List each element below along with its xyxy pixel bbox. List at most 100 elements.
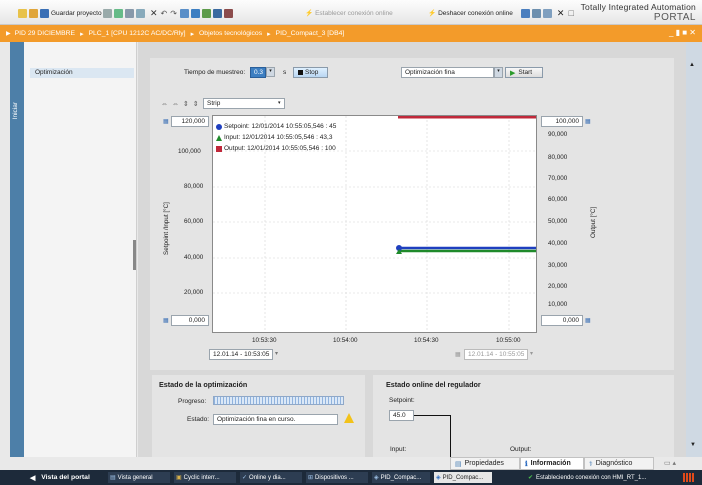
right-axis-min-input[interactable]: 0,000 [541, 315, 583, 326]
cross-reference-icon[interactable] [531, 8, 541, 18]
stop-icon [298, 70, 303, 75]
redo-icon[interactable]: ↷ [170, 9, 177, 18]
panel-splitter[interactable] [133, 240, 136, 270]
collapse-icon[interactable]: ▲ [689, 62, 695, 68]
scroll-down-icon[interactable]: ▼ [690, 442, 696, 448]
time-start-dropdown-icon[interactable]: ▾ [275, 350, 278, 357]
setpoint-value: 45.0 [389, 410, 414, 421]
breadcrumb-item-pid[interactable]: PID_Compact_3 [DB4] [276, 30, 345, 37]
tab-properties[interactable]: ▤ Propiedades [450, 457, 520, 470]
left-axis-scale-icon[interactable]: ▦ [163, 317, 169, 324]
right-axis-tick: 80,000 [548, 154, 568, 161]
breadcrumb-item-project[interactable]: PID 29 DICIEMBRE [15, 30, 75, 37]
open-project-icon[interactable] [29, 8, 38, 18]
tab-diagnostics[interactable]: ⚕ Diagnóstico [584, 457, 654, 470]
taskbar-item-pid1[interactable]: ◈ PID_Compac... [372, 472, 430, 483]
save-icon[interactable] [40, 8, 49, 18]
taskbar-item-label: Cyclic interr... [183, 474, 220, 481]
right-axis-scale-icon[interactable]: ▦ [585, 317, 591, 324]
inspector-controls-icon[interactable]: ▭ ▴ [664, 459, 676, 467]
trend-legend: Setpoint: 12/01/2014 10:55:05,546 : 45 I… [216, 123, 336, 152]
trend-zoom-icons[interactable]: ⇔ ⇔ ⇕ ⇕ [161, 100, 200, 108]
x-axis-tick: 10:55:00 [496, 337, 521, 344]
info-icon: ℹ [525, 460, 528, 468]
breadcrumb-separator-icon: ▸ [267, 30, 271, 38]
trend-mode-dropdown-icon[interactable]: ▾ [278, 100, 281, 106]
input-label: Input: [390, 446, 407, 453]
left-axis-tick: 100,000 [178, 148, 201, 155]
pid-icon: ◈ [374, 475, 379, 481]
accessible-devices-icon[interactable] [520, 8, 530, 18]
go-offline-icon[interactable]: ⚡ [428, 9, 436, 17]
nav-item-optimization[interactable]: Optimización [30, 68, 134, 78]
time-end-scale-icon[interactable]: ▦ [455, 351, 461, 358]
tab-properties-label: Propiedades [464, 460, 504, 467]
setpoint-connector [414, 415, 450, 416]
block-icon: ▣ [176, 475, 182, 481]
progress-bar [213, 396, 344, 405]
stop-button[interactable]: Stop [293, 67, 328, 78]
taskbar-item-pid2[interactable]: ◈ PID_Compac... [434, 472, 492, 483]
start-tuning-button[interactable]: ▶ Start [505, 67, 543, 78]
sampling-time-dropdown-icon[interactable]: ▾ [266, 67, 275, 77]
simulation-icon[interactable] [201, 8, 211, 18]
activity-indicator-icon [683, 473, 695, 482]
print-icon[interactable] [103, 8, 112, 18]
trend-mode-select[interactable]: Strip [203, 98, 285, 109]
tuning-mode-select[interactable]: Optimización fina [401, 67, 494, 78]
maximize-icon[interactable]: □ [568, 8, 573, 18]
breadcrumb-item-plc[interactable]: PLC_1 [CPU 1212C AC/DC/Rly] [88, 30, 185, 37]
start-cpu-icon[interactable] [212, 8, 222, 18]
delete-icon[interactable]: ✕ [150, 8, 158, 19]
taskbar-item-overview[interactable]: ▤ Vista general [108, 472, 170, 483]
progress-label: Progreso: [178, 398, 207, 405]
compile-icon[interactable] [179, 8, 189, 18]
output-legend-icon [216, 145, 222, 152]
left-axis-tick: 20,000 [184, 289, 204, 296]
taskbar-item-devices[interactable]: ⊞ Dispositivos ... [306, 472, 368, 483]
undo-icon[interactable]: ↶ [161, 9, 168, 18]
start-tab-label[interactable]: Iniciar [12, 102, 19, 119]
split-editor-icon[interactable] [542, 8, 552, 18]
copy-icon[interactable] [125, 8, 134, 18]
legend-output: Output: 12/01/2014 10:55:05,546 : 100 [224, 145, 336, 152]
download-icon[interactable] [190, 8, 200, 18]
right-axis-tick: 60,000 [548, 196, 568, 203]
breadcrumb-arrow-icon[interactable]: ▶ [6, 30, 11, 37]
portal-view-button[interactable]: ◀ Vista del portal [30, 472, 90, 483]
online-state-title: Estado online del regulador [386, 380, 481, 389]
right-axis-scale-icon[interactable]: ▦ [585, 118, 591, 125]
left-axis-max-input[interactable]: 120,000 [171, 116, 209, 127]
left-axis-scale-icon[interactable]: ▦ [163, 118, 169, 125]
close-editor-icon[interactable]: ✕ [557, 8, 565, 19]
stop-cpu-icon[interactable] [223, 8, 233, 18]
tab-info[interactable]: ℹ Información [520, 457, 584, 470]
breadcrumb-item-tech-objects[interactable]: Objetos tecnológicos [199, 30, 262, 37]
tuning-mode-dropdown-icon[interactable]: ▾ [494, 67, 503, 78]
new-project-icon[interactable] [18, 8, 27, 18]
sampling-time-input[interactable]: 0.3 [250, 67, 266, 78]
time-start-input[interactable]: 12.01.14 - 10:53:05 [209, 349, 273, 360]
connect-online-button[interactable]: Establecer conexión online [315, 10, 393, 17]
tab-diagnostics-label: Diagnóstico [595, 460, 633, 467]
tab-info-label: Información [530, 460, 571, 467]
taskbar-item-cyclic[interactable]: ▣ Cyclic interr... [174, 472, 236, 483]
editor-window-controls[interactable]: _ ▮ ■ ✕ [669, 28, 696, 37]
left-axis-min-input[interactable]: 0,000 [171, 315, 209, 326]
portal-start-strip[interactable]: Iniciar [10, 42, 24, 457]
right-axis-max-input[interactable]: 100,000 [541, 116, 583, 127]
x-axis-tick: 10:54:00 [333, 337, 358, 344]
trend-plot[interactable]: Setpoint: 12/01/2014 10:55:05,546 : 45 I… [212, 115, 537, 333]
taskbar-item-online[interactable]: ✓ Online y dia... [240, 472, 302, 483]
save-button[interactable]: Guardar proyecto [51, 10, 102, 17]
time-end-input[interactable]: 12.01.14 - 10:55:05 [464, 349, 528, 360]
go-online-icon[interactable]: ⚡ [305, 9, 313, 17]
time-end-dropdown-icon[interactable]: ▾ [530, 350, 533, 357]
cut-icon[interactable] [114, 8, 123, 18]
disconnect-online-button[interactable]: Deshacer conexión online [438, 10, 513, 17]
status-check-icon: ✔ [528, 475, 534, 481]
start-tuning-button-label: Start [518, 69, 533, 76]
portal-view-label: Vista del portal [41, 474, 90, 481]
navigation-panel [24, 42, 137, 457]
paste-icon[interactable] [136, 8, 145, 18]
